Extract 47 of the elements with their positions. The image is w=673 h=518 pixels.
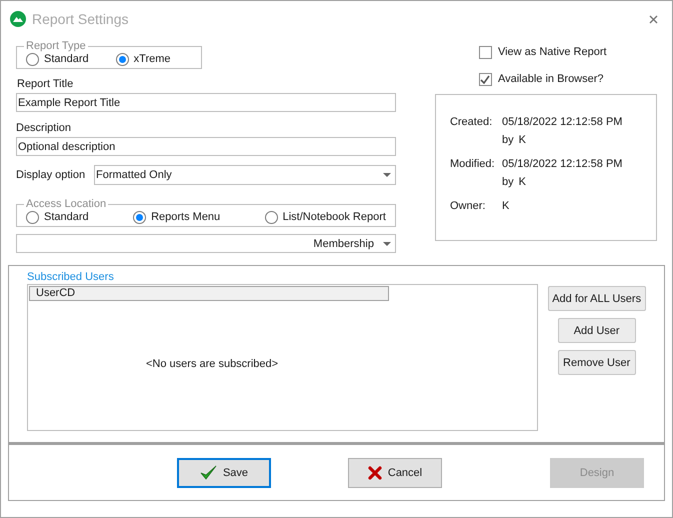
report-title-field[interactable]: Example Report Title — [16, 93, 396, 112]
window-title: Report Settings — [32, 12, 128, 26]
radio-button[interactable] — [133, 210, 146, 224]
menu-dropdown[interactable]: Membership — [16, 234, 396, 253]
group-legend: Access Location — [24, 197, 108, 211]
radio-option[interactable]: Standard — [26, 52, 89, 66]
radio-option[interactable]: xTreme — [116, 52, 171, 66]
save-button[interactable]: Save — [177, 458, 271, 488]
list-action-button[interactable]: Add User — [558, 318, 636, 343]
info-label: Owner: — [450, 199, 486, 213]
radio-button[interactable] — [26, 210, 39, 224]
info-label: Created: — [450, 115, 494, 130]
field-label: Display option — [16, 168, 86, 182]
info-by-text: by — [502, 133, 514, 147]
radio-button[interactable] — [116, 52, 129, 66]
info-label: Modified: — [450, 157, 496, 172]
radio-button[interactable] — [26, 52, 39, 66]
checkbox-option[interactable]: Available in Browser? — [478, 72, 657, 86]
checkmark-icon — [200, 465, 217, 480]
info-value: 05/18/2022 12:12:58 PM — [502, 115, 622, 129]
empty-list-message: <No users are subscribed> — [146, 357, 278, 371]
radio-option[interactable]: List/Notebook Report — [264, 210, 386, 224]
radio-button[interactable] — [264, 210, 278, 224]
section-title: Subscribed Users — [27, 270, 115, 284]
caret-icon — [382, 173, 391, 177]
info-by-text: by — [502, 175, 514, 189]
radio-option[interactable]: Reports Menu — [133, 210, 220, 224]
description-field[interactable]: Optional description — [16, 137, 396, 156]
close-icon[interactable] — [649, 14, 658, 24]
field-label: Report Title — [17, 77, 74, 91]
field-label: Description — [16, 121, 72, 135]
checkbox-option[interactable]: View as Native Report — [478, 45, 657, 59]
info-value: K — [502, 199, 510, 213]
radio-option[interactable]: Standard — [26, 210, 89, 224]
checkbox[interactable] — [478, 72, 492, 86]
cross-icon — [368, 466, 382, 480]
display-option-dropdown[interactable]: Formatted Only — [94, 165, 396, 185]
info-user: K — [518, 175, 526, 189]
caret-icon — [382, 242, 391, 246]
cancel-button[interactable]: Cancel — [348, 458, 442, 488]
info-value: 05/18/2022 12:12:58 PM — [502, 157, 622, 171]
list-action-button[interactable]: Add for ALL Users — [548, 286, 646, 311]
info-user: K — [518, 133, 526, 147]
checkbox[interactable] — [478, 46, 492, 58]
list-action-button[interactable]: Remove User — [558, 350, 636, 375]
column-header[interactable]: UserCD — [29, 286, 389, 301]
group-legend: Report Type — [24, 39, 88, 53]
